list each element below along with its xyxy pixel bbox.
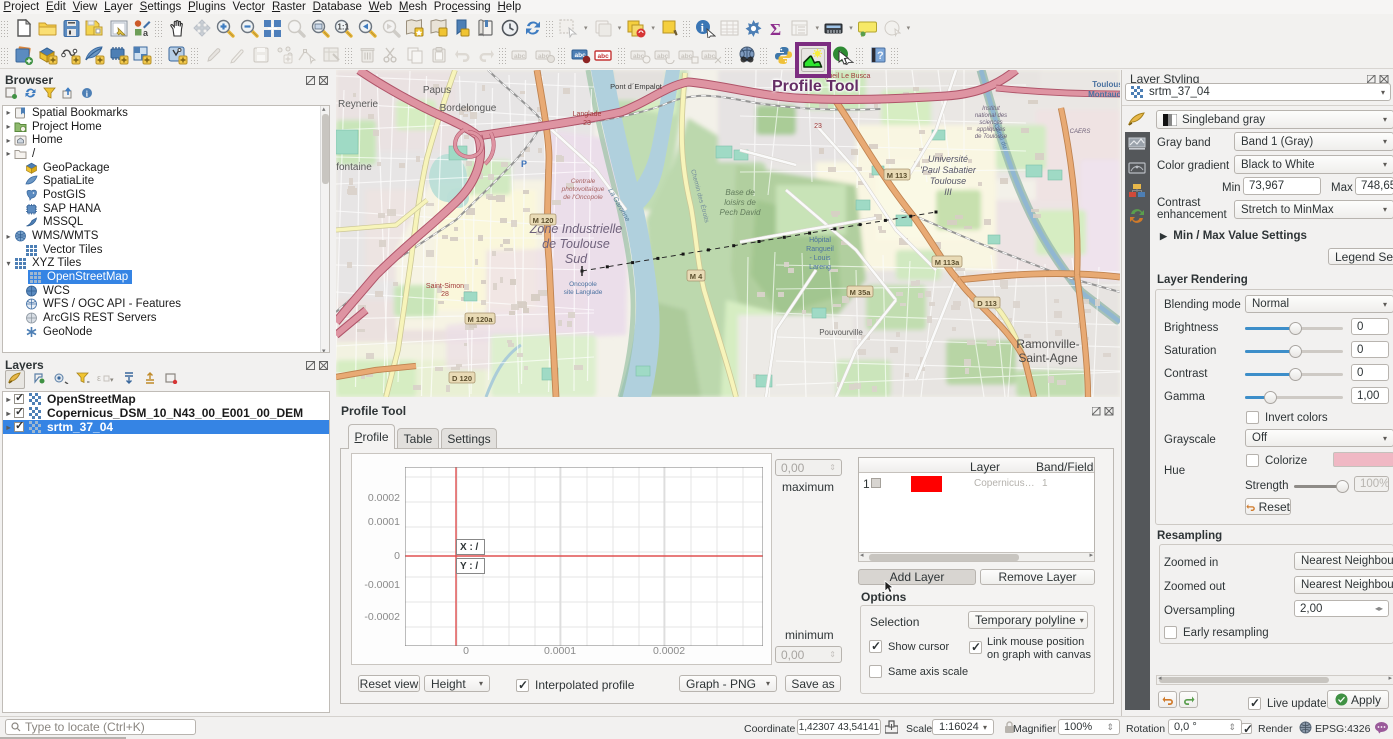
svg-text:'Paul Sabatier: 'Paul Sabatier: [920, 165, 977, 175]
svg-text:Lareng: Lareng: [809, 264, 831, 271]
svg-text:1:1: 1:1: [338, 22, 350, 31]
svg-text:M 113: M 113: [887, 171, 907, 180]
svg-text:Sud: Sud: [565, 252, 588, 266]
svg-text:28: 28: [441, 291, 449, 298]
svg-text:Pouvourville: Pouvourville: [819, 328, 863, 337]
svg-text:Reynerie: Reynerie: [338, 99, 378, 110]
svg-text:loisirs de: loisirs de: [724, 198, 756, 207]
svg-text:Bordelongue: Bordelongue: [440, 103, 497, 114]
svg-text:▾: ▾: [110, 377, 114, 384]
svg-text:national des: national des: [975, 113, 1007, 119]
svg-text:III: III: [944, 187, 952, 197]
svg-text:ε: ε: [97, 373, 101, 383]
svg-text:Saint-Simon: Saint-Simon: [426, 283, 464, 290]
svg-text:abc: abc: [704, 52, 716, 59]
svg-text:M 120a: M 120a: [467, 315, 493, 324]
svg-text:Oncopole: Oncopole: [569, 281, 597, 288]
svg-text:abc: abc: [514, 52, 526, 59]
svg-text:fontaine: fontaine: [336, 162, 372, 173]
svg-text:M 113a: M 113a: [935, 258, 960, 267]
svg-text:CAERS: CAERS: [1070, 129, 1091, 135]
svg-text:23: 23: [814, 123, 822, 130]
svg-text:Saint-Agne: Saint-Agne: [1018, 351, 1078, 365]
svg-text:23: 23: [583, 120, 591, 127]
svg-text:de Toulouse: de Toulouse: [542, 237, 610, 251]
svg-text:Rangueil: Rangueil: [806, 246, 834, 253]
svg-text:abc: abc: [681, 52, 693, 59]
svg-text:Montaudran: Montaudran: [1088, 90, 1120, 99]
svg-text:abc: abc: [598, 53, 610, 60]
svg-text:site Langlade: site Langlade: [564, 289, 603, 296]
svg-text:Base de: Base de: [725, 188, 755, 197]
svg-text:M 120: M 120: [533, 216, 554, 225]
svg-text:Hôpital: Hôpital: [809, 237, 831, 244]
svg-text:P: P: [521, 159, 527, 169]
svg-text:de l'Oncopole: de l'Oncopole: [563, 194, 603, 201]
svg-text:- Louis: - Louis: [809, 255, 831, 262]
svg-text:D 120: D 120: [452, 374, 472, 383]
svg-text:photovoltaïque: photovoltaïque: [561, 186, 605, 193]
svg-text:Pont d´Empalot: Pont d´Empalot: [610, 82, 663, 91]
svg-text:Centrale: Centrale: [571, 178, 596, 185]
svg-text:Papus: Papus: [423, 85, 451, 96]
svg-text:Σ: Σ: [770, 20, 781, 37]
svg-text:Toulouse: Toulouse: [930, 176, 966, 186]
svg-text:Pech David: Pech David: [720, 208, 761, 217]
svg-text:Toulouse-: Toulouse-: [1092, 80, 1120, 89]
svg-text:D 113: D 113: [977, 299, 997, 308]
svg-text:Institut: Institut: [982, 106, 1000, 112]
svg-text:M 4: M 4: [690, 272, 703, 281]
svg-text:Université: Université: [928, 154, 968, 164]
svg-text:Langlade: Langlade: [573, 111, 602, 118]
svg-text:M 35a: M 35a: [850, 288, 872, 297]
svg-text:?: ?: [877, 50, 884, 62]
svg-text:a: a: [143, 28, 149, 37]
svg-text:Ramonville-: Ramonville-: [1016, 337, 1079, 351]
